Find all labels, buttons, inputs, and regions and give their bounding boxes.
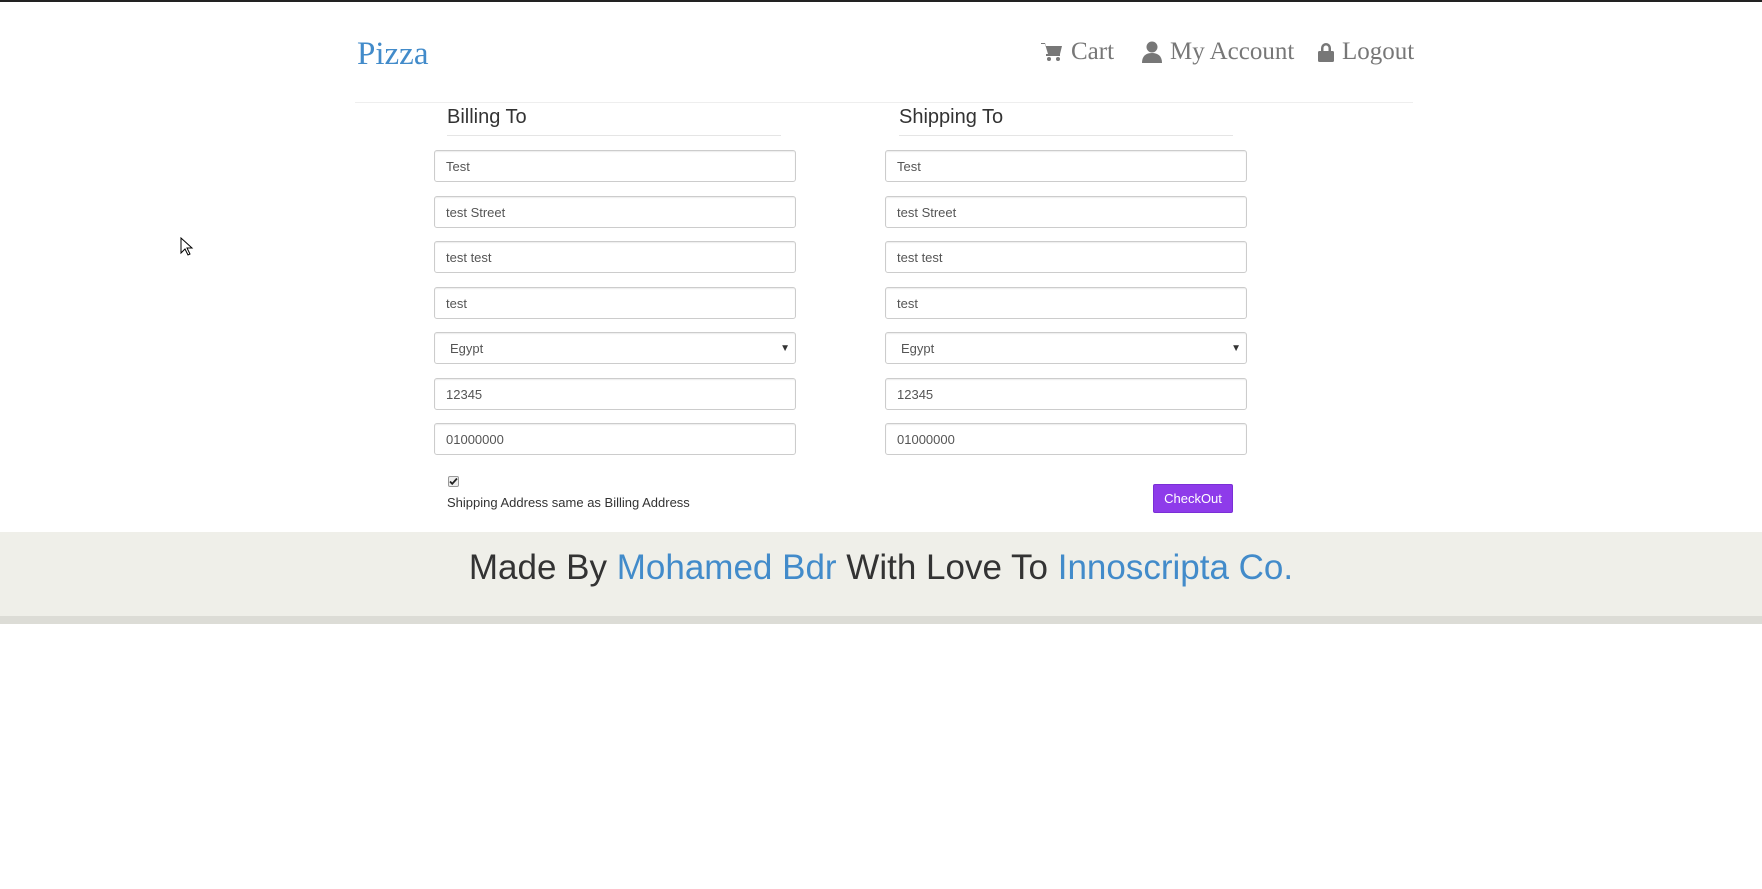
shipping-name-input[interactable]: Test — [885, 150, 1247, 182]
footer-author-link[interactable]: Mohamed Bdr — [617, 548, 837, 587]
lock-icon — [1318, 43, 1334, 62]
shipping-heading: Shipping To — [899, 106, 1233, 136]
same-address-label: Shipping Address same as Billing Address — [447, 495, 690, 510]
same-address-checkbox[interactable] — [448, 476, 459, 487]
billing-zip-input[interactable]: 12345 — [434, 378, 796, 410]
nav-logout-link[interactable]: Logout — [1318, 38, 1414, 66]
billing-phone-input[interactable]: 01000000 — [434, 423, 796, 455]
brand-logo-link[interactable]: Pizza — [357, 36, 428, 73]
shipping-address2-input[interactable]: test test — [885, 241, 1247, 273]
checkout-button[interactable]: CheckOut — [1153, 484, 1233, 513]
chevron-down-icon: ▼ — [780, 343, 790, 354]
nav-cart-label: Cart — [1071, 38, 1115, 65]
billing-country-value: Egypt — [450, 340, 484, 356]
footer-with-love: With Love To — [846, 548, 1048, 587]
cart-icon — [1041, 43, 1062, 61]
footer-company-link[interactable]: Innoscripta Co. — [1058, 548, 1293, 587]
shipping-city-input[interactable]: test — [885, 287, 1247, 319]
billing-heading: Billing To — [447, 106, 781, 136]
billing-city-input[interactable]: test — [434, 287, 796, 319]
nav-account-link[interactable]: My Account — [1142, 38, 1294, 66]
user-icon — [1142, 41, 1162, 63]
mouse-cursor-icon — [180, 237, 194, 256]
billing-street-input[interactable]: test Street — [434, 196, 796, 228]
nav-cart-link[interactable]: Cart — [1041, 38, 1114, 66]
footer-made-by: Made By — [468, 548, 607, 587]
footer-credits: Made By Mohamed Bdr With Love To Innoscr… — [0, 548, 1762, 588]
top-border — [0, 0, 1762, 2]
nav-account-label: My Account — [1170, 38, 1295, 65]
billing-name-input[interactable]: Test — [434, 150, 796, 182]
chevron-down-icon: ▼ — [1231, 343, 1241, 354]
shipping-zip-input[interactable]: 12345 — [885, 378, 1247, 410]
nav-logout-label: Logout — [1342, 38, 1415, 65]
shipping-country-select[interactable]: Egypt ▼ — [885, 332, 1247, 364]
billing-address2-input[interactable]: test test — [434, 241, 796, 273]
billing-country-select[interactable]: Egypt ▼ — [434, 332, 796, 364]
header-divider — [355, 102, 1413, 103]
shipping-phone-input[interactable]: 01000000 — [885, 423, 1247, 455]
checkmark-icon — [449, 477, 458, 486]
shipping-street-input[interactable]: test Street — [885, 196, 1247, 228]
shipping-country-value: Egypt — [901, 340, 935, 356]
